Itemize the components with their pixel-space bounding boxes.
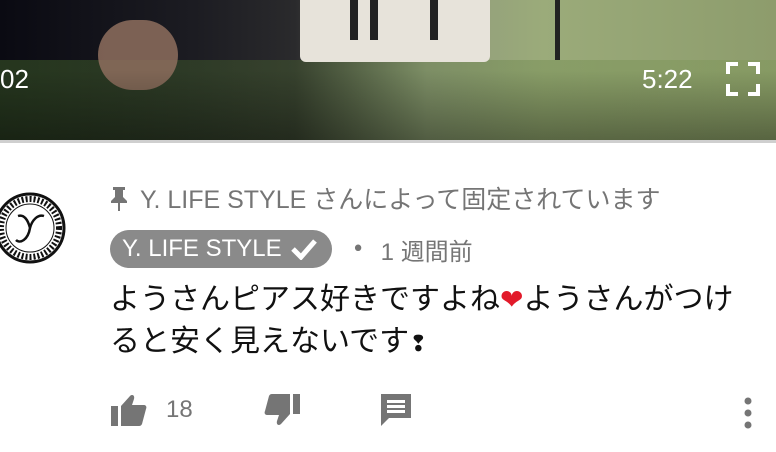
pinned-label: Y. LIFE STYLE さんによって固定されています: [110, 180, 660, 216]
like-count: 18: [166, 396, 193, 423]
heart-emoji: ❤: [500, 283, 524, 316]
check-icon: [290, 239, 317, 260]
duration-time: 5:22: [642, 64, 693, 94]
avatar[interactable]: [0, 180, 72, 276]
elapsed-time: 02: [0, 64, 29, 94]
pin-icon: [111, 187, 127, 211]
comment-body: ようさんピアス好きですよね❤ようさんがつけると安く見えないです❢: [110, 279, 750, 366]
video-frame-bag: [300, 0, 490, 62]
thumbs-down-icon[interactable]: [263, 393, 301, 427]
pinned-text: Y. LIFE STYLE さんによって固定されています: [140, 186, 661, 214]
comment-actions: 18: [110, 392, 413, 428]
comment-header: Y. LIFE STYLE • 1 週間前: [110, 230, 473, 268]
separator-dot: •: [351, 236, 365, 262]
comment-text-part1: ようさんピアス好きですよね: [110, 282, 500, 317]
video-frame-post: [555, 0, 560, 60]
video-player[interactable]: 02 5:22: [0, 0, 776, 140]
thumbs-up-icon[interactable]: [110, 393, 148, 427]
comment-time: 1 週間前: [380, 238, 473, 266]
author-name: Y. LIFE STYLE: [122, 235, 282, 262]
fullscreen-icon[interactable]: [726, 62, 760, 96]
more-vert-icon[interactable]: [742, 396, 754, 432]
author-badge[interactable]: Y. LIFE STYLE: [110, 230, 332, 268]
exclamation-emoji: ❢: [409, 332, 428, 357]
reply-icon[interactable]: [379, 392, 413, 428]
player-divider: [0, 140, 776, 143]
